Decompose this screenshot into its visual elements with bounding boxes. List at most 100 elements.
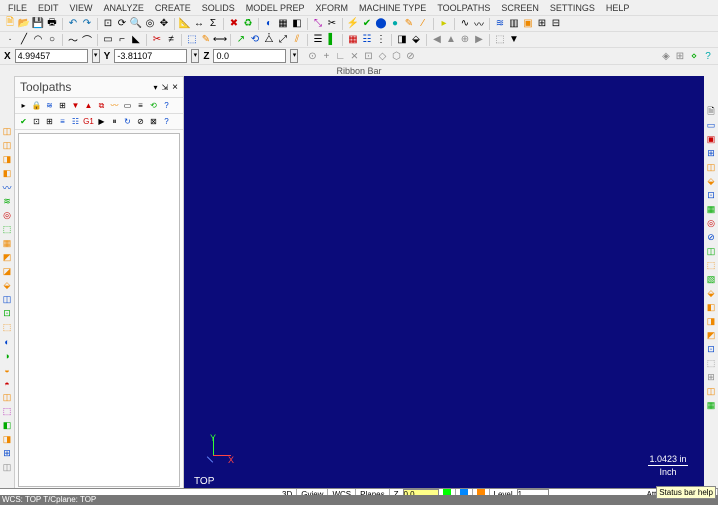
lm23-icon[interactable]: ◨ <box>2 434 13 445</box>
c2-icon[interactable]: + <box>320 50 332 62</box>
lm7-icon[interactable]: ◎ <box>2 210 13 221</box>
offset-icon[interactable]: ⫽ <box>291 34 303 46</box>
toolpaths-tree[interactable] <box>18 133 180 487</box>
lm8-icon[interactable]: ⬚ <box>2 224 13 235</box>
check-icon[interactable]: ✔ <box>361 18 373 30</box>
c3-icon[interactable]: ∟ <box>334 50 346 62</box>
save-icon[interactable]: 💾 <box>32 18 44 30</box>
menu-help[interactable]: HELP <box>602 1 634 15</box>
st10-icon[interactable]: ≡ <box>135 100 146 111</box>
st7-icon[interactable]: ⧉ <box>96 100 107 111</box>
rm19-icon[interactable]: ⬚ <box>706 358 717 369</box>
lm14-icon[interactable]: ⊡ <box>2 308 13 319</box>
lm25-icon[interactable]: ◫ <box>2 462 13 473</box>
c1-icon[interactable]: ⊙ <box>306 50 318 62</box>
x-dropdown[interactable]: ▾ <box>92 49 100 63</box>
fit-icon[interactable]: ⊡ <box>102 18 114 30</box>
repaint-icon[interactable]: ⟳ <box>116 18 128 30</box>
sb9-icon[interactable]: ↻ <box>122 116 133 127</box>
curve1-icon[interactable]: ∿ <box>459 18 471 30</box>
lm13-icon[interactable]: ◫ <box>2 294 13 305</box>
st3-icon[interactable]: ≋ <box>44 100 55 111</box>
analyze-icon[interactable]: 📐 <box>179 18 191 30</box>
panel-close-icon[interactable]: × <box>172 82 178 93</box>
c9-icon[interactable]: ◈ <box>660 50 672 62</box>
down2-icon[interactable]: ▼ <box>508 34 520 46</box>
rm10-icon[interactable]: ⊘ <box>706 232 717 243</box>
sb2-icon[interactable]: ⊡ <box>31 116 42 127</box>
rm5-icon[interactable]: ◫ <box>706 162 717 173</box>
rm20-icon[interactable]: ⊞ <box>706 372 717 383</box>
t1-icon[interactable]: ◨ <box>396 34 408 46</box>
rm14-icon[interactable]: ⬙ <box>706 288 717 299</box>
spline-icon[interactable]: 〜 <box>67 34 79 46</box>
rm13-icon[interactable]: ▧ <box>706 274 717 285</box>
lm20-icon[interactable]: ◫ <box>2 392 13 403</box>
curve2-icon[interactable]: 〰 <box>473 18 485 30</box>
rect-icon[interactable]: ▭ <box>102 34 114 46</box>
chamfer-icon[interactable]: ◣ <box>130 34 142 46</box>
lm22-icon[interactable]: ◧ <box>2 420 13 431</box>
pan-icon[interactable]: ✥ <box>158 18 170 30</box>
rm4-icon[interactable]: ⊞ <box>706 148 717 159</box>
panel-pin-icon[interactable]: ⇲ <box>161 83 168 92</box>
xform-icon[interactable]: ⤡ <box>312 18 324 30</box>
draft-icon[interactable]: ⬚ <box>186 34 198 46</box>
grid2-icon[interactable]: ▥ <box>508 18 520 30</box>
lm12-icon[interactable]: ⬙ <box>2 280 13 291</box>
wave-icon[interactable]: ≋ <box>494 18 506 30</box>
menu-screen[interactable]: SCREEN <box>497 1 543 15</box>
rm17-icon[interactable]: ◩ <box>706 330 717 341</box>
st9-icon[interactable]: ▭ <box>122 100 133 111</box>
rm6-icon[interactable]: ⬙ <box>706 176 717 187</box>
menu-settings[interactable]: SETTINGS <box>546 1 599 15</box>
rm9-icon[interactable]: ◎ <box>706 218 717 229</box>
st1-icon[interactable]: ▸ <box>18 100 29 111</box>
rm18-icon[interactable]: ⊡ <box>706 344 717 355</box>
sb4-icon[interactable]: ≡ <box>57 116 68 127</box>
lm10-icon[interactable]: ◩ <box>2 252 13 263</box>
open-file-icon[interactable]: 📂 <box>18 18 30 30</box>
menu-solids[interactable]: SOLIDS <box>198 1 239 15</box>
fillet-icon[interactable]: ⌐ <box>116 34 128 46</box>
up-icon[interactable]: ▲ <box>445 34 457 46</box>
menu-view[interactable]: VIEW <box>66 1 97 15</box>
c4-icon[interactable]: ⨯ <box>348 50 360 62</box>
mirror-icon[interactable]: ⧊ <box>263 34 275 46</box>
lm24-icon[interactable]: ⊞ <box>2 448 13 459</box>
st6-icon[interactable]: ▲ <box>83 100 94 111</box>
fwd-icon[interactable]: ▶ <box>473 34 485 46</box>
menu-model-prep[interactable]: MODEL PREP <box>242 1 309 15</box>
rm22-icon[interactable]: ▦ <box>706 400 717 411</box>
menu-create[interactable]: CREATE <box>151 1 195 15</box>
rm2-icon[interactable]: ▭ <box>706 120 717 131</box>
c10-icon[interactable]: ⊞ <box>674 50 686 62</box>
lm17-icon[interactable]: ◑ <box>2 350 13 361</box>
st12-icon[interactable]: ? <box>161 100 172 111</box>
menu-machine-type[interactable]: MACHINE TYPE <box>355 1 430 15</box>
lm21-icon[interactable]: ⬚ <box>2 406 13 417</box>
c6-icon[interactable]: ◇ <box>376 50 388 62</box>
statistics-icon[interactable]: Σ <box>207 18 219 30</box>
globe-icon[interactable]: ⊕ <box>459 34 471 46</box>
lm18-icon[interactable]: ◒ <box>2 364 13 375</box>
list-icon[interactable]: ☷ <box>361 34 373 46</box>
delete-icon[interactable]: ✖ <box>228 18 240 30</box>
back-icon[interactable]: ◀ <box>431 34 443 46</box>
lm3-icon[interactable]: ◨ <box>2 154 13 165</box>
cube-icon[interactable]: ⬚ <box>494 34 506 46</box>
lm2-icon[interactable]: ◫ <box>2 140 13 151</box>
lm1-icon[interactable]: ◫ <box>2 126 13 137</box>
c11-icon[interactable]: ⋄ <box>688 50 700 62</box>
st2-icon[interactable]: 🔒 <box>31 100 42 111</box>
c8-icon[interactable]: ⊘ <box>404 50 416 62</box>
sb6-icon[interactable]: G1 <box>83 116 94 127</box>
grid3-icon[interactable]: ⊞ <box>536 18 548 30</box>
lm19-icon[interactable]: ◓ <box>2 378 13 389</box>
circle-icon[interactable]: ○ <box>46 34 58 46</box>
y-dropdown[interactable]: ▾ <box>191 49 199 63</box>
wireframe-icon[interactable]: ▦ <box>277 18 289 30</box>
undo-icon[interactable]: ↶ <box>67 18 79 30</box>
arrow-icon[interactable]: ▸ <box>438 18 450 30</box>
menu-file[interactable]: FILE <box>4 1 31 15</box>
